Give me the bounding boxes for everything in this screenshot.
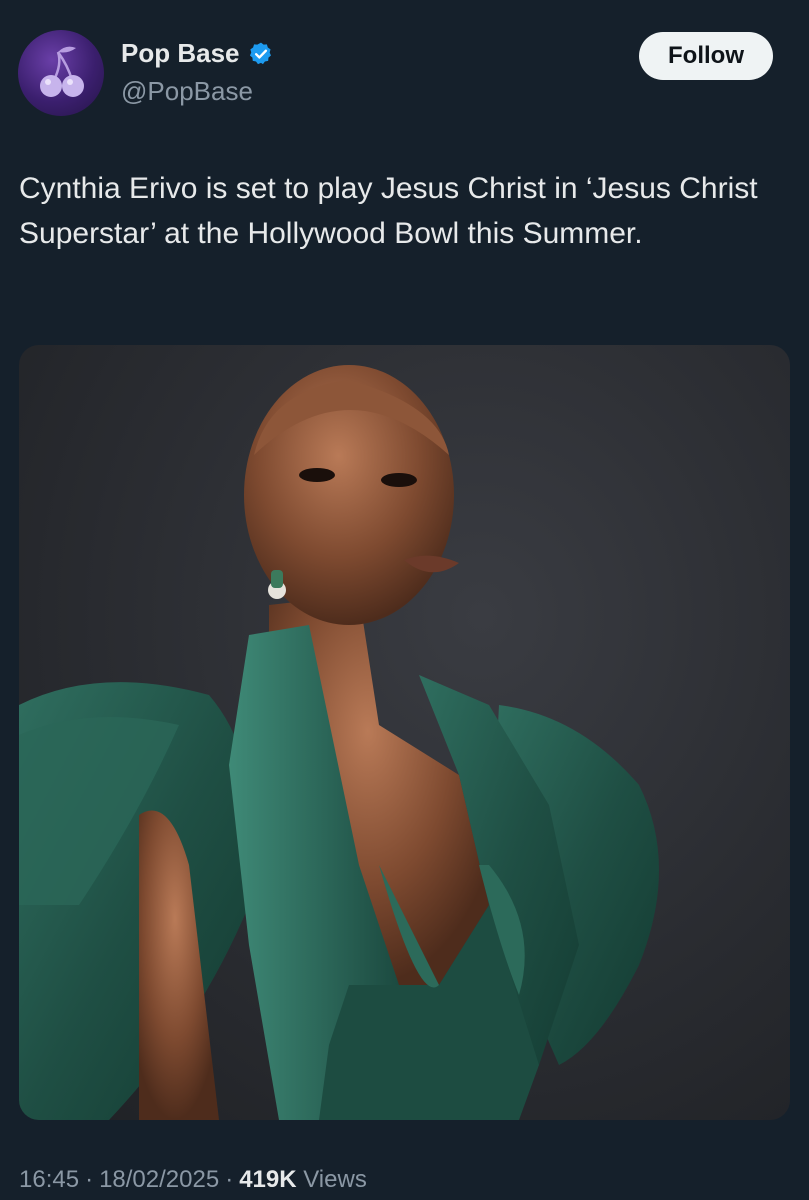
views-label: Views [303,1166,367,1193]
follow-button[interactable]: Follow [639,32,773,80]
author-handle[interactable]: @PopBase [121,76,253,107]
meta-separator-2: · [225,1166,234,1193]
author-name-row: Pop Base [121,38,274,69]
avatar[interactable] [18,30,104,116]
tweet-time[interactable]: 16:45 [19,1166,79,1193]
meta-separator: · [85,1166,94,1193]
cherries-icon [40,46,84,97]
portrait-image [19,365,659,1120]
tweet-date[interactable]: 18/02/2025 [99,1166,219,1193]
views-count[interactable]: 419K [239,1166,296,1193]
verified-badge-icon [248,41,274,67]
tweet-meta: 16:45 · 18/02/2025 · 419K Views [19,1166,367,1194]
tweet-card: Pop Base @PopBase Follow Cynthia Erivo i… [0,0,809,1200]
author-display-name[interactable]: Pop Base [121,38,240,69]
tweet-text: Cynthia Erivo is set to play Jesus Chris… [19,172,758,250]
tweet-photo[interactable] [19,345,790,1120]
